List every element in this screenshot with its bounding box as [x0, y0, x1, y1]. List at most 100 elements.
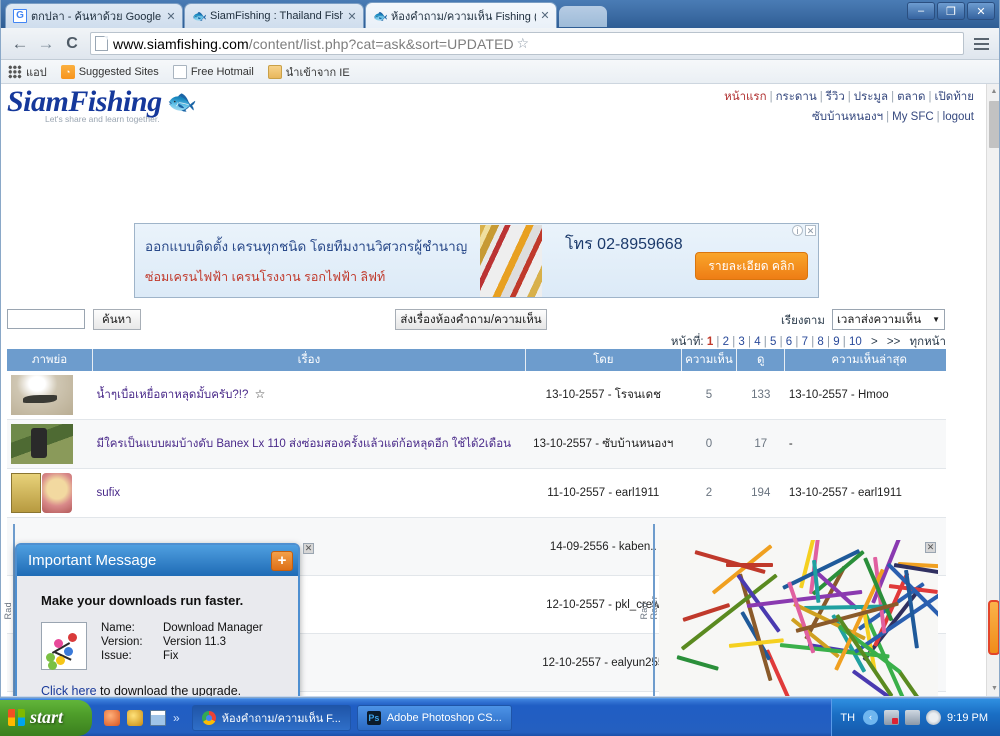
- page-scrollbar[interactable]: ▲ ▼: [986, 84, 1000, 696]
- pager-last[interactable]: >>: [887, 336, 900, 348]
- scrollbar-thumb[interactable]: [989, 101, 1000, 148]
- close-icon[interactable]: ✕: [539, 9, 551, 22]
- nav-item-market[interactable]: ตลาด: [897, 91, 925, 103]
- thread-link[interactable]: น้ำๆเบื่อเหยื่อตาหลุดมั้บครับ?!?: [97, 389, 249, 401]
- sort-label: เรียงตาม: [781, 312, 825, 330]
- info-icon[interactable]: i: [792, 225, 803, 236]
- bookmark-import-ie[interactable]: นำเข้าจาก IE: [268, 63, 350, 81]
- plus-icon[interactable]: +: [271, 551, 293, 571]
- search-input[interactable]: [7, 309, 85, 329]
- bookmark-free-hotmail[interactable]: Free Hotmail: [173, 65, 254, 79]
- nav-item-home[interactable]: หน้าแรก: [724, 91, 766, 103]
- column-header-thumbnail[interactable]: ภาพย่อ: [7, 349, 93, 371]
- scroll-down-icon[interactable]: ▼: [987, 681, 1000, 696]
- column-header-views[interactable]: ดู: [737, 349, 785, 371]
- show-desktop-icon[interactable]: [150, 710, 166, 726]
- bookmark-apps[interactable]: แอป: [8, 63, 47, 81]
- table-row[interactable]: น้ำๆเบื่อเหยื่อตาหลุดมั้บครับ?!? ☆ 13-10…: [7, 371, 946, 420]
- close-button[interactable]: ✕: [967, 2, 995, 20]
- post-thread-button[interactable]: ส่งเรื่องห้องคำถาม/ความเห็น: [395, 309, 547, 330]
- column-header-comments[interactable]: ความเห็น: [681, 349, 736, 371]
- popup-close-icon[interactable]: ✕: [303, 543, 314, 554]
- back-icon[interactable]: ←: [7, 31, 33, 57]
- nav-item-tailgate[interactable]: เปิดท้าย: [935, 91, 974, 103]
- givology-advertisement[interactable]: Givology give to learn, learn to give ✕: [659, 540, 938, 696]
- banner-advertisement[interactable]: ออกแบบติดตั้ง เครนทุกชนิด โดยทีมงานวิศวก…: [134, 223, 819, 298]
- quicklaunch-icon-1[interactable]: [104, 710, 120, 726]
- row-thumbnail[interactable]: [7, 420, 93, 469]
- row-thumbnail[interactable]: [7, 371, 93, 420]
- windows-taskbar: start » ห้องคำถาม/ความเห็น F... Ps Adobe…: [0, 698, 1000, 736]
- field-label: Version:: [101, 636, 163, 650]
- close-icon[interactable]: ✕: [925, 542, 936, 553]
- close-icon[interactable]: ✕: [346, 10, 358, 23]
- column-header-topic[interactable]: เรื่อง: [93, 349, 526, 371]
- language-indicator[interactable]: TH: [840, 712, 855, 724]
- thread-link[interactable]: มีใครเป็นแบบผมบ้างดับ Banex Lx 110 ส่งซ่…: [97, 438, 512, 450]
- close-icon[interactable]: ✕: [165, 10, 177, 23]
- taskbar-item-chrome[interactable]: ห้องคำถาม/ความเห็น F...: [192, 705, 351, 731]
- fish-icon: 🐟: [373, 9, 387, 23]
- row-author: 13-10-2557 - โรจนเดช: [525, 371, 681, 420]
- favorite-star-icon[interactable]: ☆: [255, 387, 266, 401]
- search-button[interactable]: ค้นหา: [93, 309, 141, 330]
- new-tab-button[interactable]: [559, 6, 607, 27]
- quicklaunch-icon-2[interactable]: [127, 710, 143, 726]
- row-author: 12-10-2557 - ealyun255: [525, 634, 681, 692]
- taskbar-item-photoshop[interactable]: Ps Adobe Photoshop CS...: [357, 705, 512, 731]
- table-row[interactable]: sufix 11-10-2557 - earl1911 2 194 13-10-…: [7, 469, 946, 518]
- pager-next[interactable]: >: [871, 336, 878, 348]
- field-label: Name:: [101, 622, 163, 636]
- pager-page-10[interactable]: 10: [849, 336, 862, 348]
- nav-item-review[interactable]: รีวิว: [826, 91, 845, 103]
- banner-cta-button[interactable]: รายละเอียด คลิก: [695, 252, 808, 280]
- hamburger-menu-icon[interactable]: [969, 32, 993, 56]
- row-last-comment: 13-10-2557 - earl1911: [785, 469, 946, 518]
- scroll-up-icon[interactable]: ▲: [987, 84, 1000, 99]
- close-icon[interactable]: ✕: [805, 225, 816, 236]
- browser-tab-1[interactable]: G ตกปลา - ค้นหาด้วย Google ✕: [5, 3, 183, 28]
- spool-thumbnail: [42, 473, 72, 513]
- row-comment-count: 2: [681, 469, 736, 518]
- forward-icon[interactable]: →: [33, 31, 59, 57]
- reload-icon[interactable]: C: [59, 31, 85, 57]
- sort-select[interactable]: เวลาส่งความเห็น ▼: [832, 309, 945, 330]
- row-last-comment: 13-10-2557 - Hmoo: [785, 371, 946, 420]
- address-bar[interactable]: www.siamfishing.com/content/list.php?cat…: [90, 32, 964, 55]
- column-header-by[interactable]: โดย: [525, 349, 681, 371]
- clock[interactable]: 9:19 PM: [947, 712, 988, 724]
- fish-thumbnail: [11, 375, 73, 415]
- security-shield-icon[interactable]: [926, 710, 941, 725]
- site-logo[interactable]: SiamFishing Let's share and learn togeth…: [7, 86, 207, 130]
- google-icon: G: [13, 9, 27, 23]
- minimize-button[interactable]: –: [907, 2, 935, 20]
- nav-item-auction[interactable]: ประมูล: [854, 91, 888, 103]
- pencils-image: [659, 540, 938, 690]
- network-icon[interactable]: [884, 710, 899, 725]
- thread-link[interactable]: sufix: [97, 487, 121, 499]
- banner-line-2: ซ่อมเครนไฟฟ้า เครนโรงงาน รอกไฟฟ้า ลิฟท์: [145, 267, 385, 287]
- search-toolbar: ค้นหา ส่งเรื่องห้องคำถาม/ความเห็น เรียงต…: [1, 309, 966, 333]
- row-thumbnail[interactable]: [7, 469, 93, 518]
- pager-all[interactable]: ทุกหน้า: [910, 336, 946, 348]
- quicklaunch-overflow-icon[interactable]: »: [173, 711, 180, 725]
- bookmarks-bar: แอป ◔ Suggested Sites Free Hotmail นำเข้…: [1, 60, 999, 84]
- bookmark-star-icon[interactable]: ☆: [514, 35, 532, 52]
- scroll-highlight-marker[interactable]: [988, 600, 1000, 655]
- browser-tab-2[interactable]: 🐟 SiamFishing : Thailand Fishin ✕: [184, 3, 364, 28]
- start-button[interactable]: start: [0, 700, 92, 736]
- bookmark-label: Free Hotmail: [191, 66, 254, 78]
- bookmark-suggested-sites[interactable]: ◔ Suggested Sites: [61, 65, 159, 79]
- click-here-link[interactable]: Click here: [41, 684, 97, 696]
- table-row[interactable]: มีใครเป็นแบบผมบ้างดับ Banex Lx 110 ส่งซ่…: [7, 420, 946, 469]
- nav-item-logout[interactable]: logout: [943, 111, 974, 123]
- browser-tab-3[interactable]: 🐟 ห้องคำถาม/ความเห็น Fishing ( ✕: [365, 2, 557, 28]
- maximize-button[interactable]: ❐: [937, 2, 965, 20]
- tray-expand-icon[interactable]: ‹: [863, 710, 878, 725]
- nav-item-board[interactable]: กระดาน: [776, 91, 817, 103]
- nav-item-username[interactable]: ซับบ้านหนองฯ: [812, 111, 883, 123]
- banner-phone: โทร 02-8959668: [565, 232, 683, 257]
- column-header-last-comment[interactable]: ความเห็นล่าสุด: [785, 349, 946, 371]
- nav-item-my-sfc[interactable]: My SFC: [892, 111, 934, 123]
- network-icon-2[interactable]: [905, 710, 920, 725]
